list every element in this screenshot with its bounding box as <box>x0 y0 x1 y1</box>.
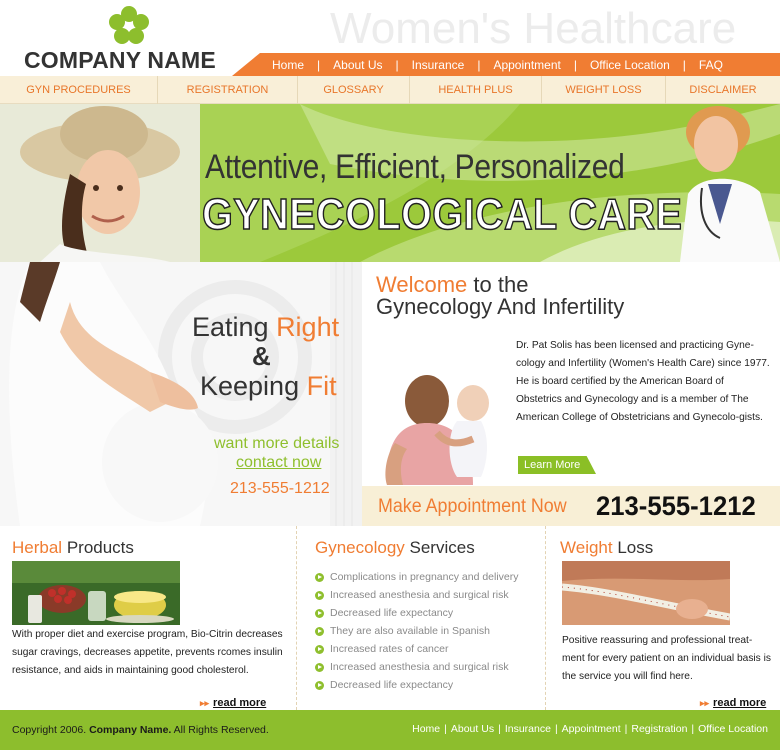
promo-want-more: want more details <box>214 435 340 452</box>
list-item[interactable]: Increased rates of cancer <box>315 640 519 658</box>
top-nav-appointment[interactable]: Appointment | <box>493 58 590 72</box>
top-nav: Home | About Us | Insurance | Appointment | … <box>232 53 780 76</box>
footer-nav-registration[interactable]: Registration <box>631 723 687 735</box>
herbal-products-text: With proper diet and exercise program, B… <box>12 629 283 676</box>
arrow-bullet-icon <box>315 644 324 654</box>
page: COMPANY NAME Women's Healthcare Home | Ab… <box>0 0 780 750</box>
measuring-tape-photo <box>562 561 730 625</box>
appointment-phone: 213-555-1212 <box>596 491 756 521</box>
arrow-bullet-icon <box>315 590 324 600</box>
welcome-text: Dr. Pat Solis has been licensed and prac… <box>516 340 770 423</box>
footer-nav: Home | About Us | Insurance | Appointment | … <box>412 723 768 735</box>
learn-more-button[interactable]: Learn More <box>518 456 596 474</box>
list-item[interactable]: Decreased life expectancy <box>315 604 519 622</box>
promo-phone: 213-555-1212 <box>230 480 330 497</box>
contact-now-link[interactable]: contact now <box>236 454 321 472</box>
site-title: Women's Healthcare <box>330 4 737 53</box>
services-list: Complications in pregnancy and delivery … <box>315 568 519 694</box>
herbal-products-title: Herbal Products <box>12 538 134 557</box>
doctor-photo <box>680 106 780 262</box>
sub-nav-registration[interactable]: REGISTRATION <box>158 76 298 104</box>
arrow-bullet-icon <box>315 608 324 618</box>
list-item[interactable]: Increased anesthesia and surgical risk <box>315 586 519 604</box>
footer-nav-home[interactable]: Home <box>412 723 440 735</box>
banner-headline: Attentive, Efficient, Personalized <box>205 148 625 186</box>
promo-eating-right: Eating Right <box>192 312 340 342</box>
footer-nav-insurance[interactable]: Insurance <box>505 723 551 735</box>
weight-loss-section: Weight Loss Positive reassuring and prof… <box>546 526 780 710</box>
list-item[interactable]: Increased anesthesia and surgical risk <box>315 658 519 676</box>
footer-nav-appointment[interactable]: Appointment <box>562 723 621 735</box>
make-appointment-label[interactable]: Make Appointment Now <box>378 496 567 518</box>
gynecology-services-section: Gynecology Services Complications in pre… <box>296 526 546 710</box>
weight-loss-text: Positive reassuring and professional tre… <box>562 635 771 682</box>
top-nav-about-us[interactable]: About Us | <box>333 58 411 72</box>
double-arrow-icon: ▸▸ <box>700 698 710 708</box>
arrow-bullet-icon <box>315 626 324 636</box>
double-arrow-icon: ▸▸ <box>200 698 210 708</box>
top-nav-office-location[interactable]: Office Location | <box>590 58 699 72</box>
promo-keeping-fit: Keeping Fit <box>200 371 337 401</box>
mother-and-baby-photo <box>377 373 501 485</box>
weight-loss-title: Weight Loss <box>560 538 654 557</box>
banner-subheadline: GYNECOLOGICAL CARE <box>201 189 683 240</box>
list-item[interactable]: Decreased life expectancy <box>315 676 519 694</box>
arrow-bullet-icon <box>315 662 324 672</box>
list-item[interactable]: They are also available in Spanish <box>315 622 519 640</box>
list-item[interactable]: Complications in pregnancy and delivery <box>315 568 519 586</box>
herbal-products-photo <box>12 561 180 625</box>
top-nav-faq[interactable]: FAQ <box>699 58 723 72</box>
woman-with-hat-photo <box>0 104 200 262</box>
sub-nav: GYN PROCEDURES REGISTRATION GLOSSARY HEA… <box>0 76 780 104</box>
sub-nav-weight-loss[interactable]: WEIGHT LOSS <box>542 76 666 104</box>
company-name[interactable]: COMPANY NAME <box>24 47 216 74</box>
weight-loss-read-more-link[interactable]: ▸▸ read more <box>700 697 766 709</box>
appointment-bar: Make Appointment Now 213-555-1212 <box>362 486 780 526</box>
sub-nav-glossary[interactable]: GLOSSARY <box>298 76 410 104</box>
footer-nav-about-us[interactable]: About Us <box>451 723 494 735</box>
sub-nav-disclaimer[interactable]: DISCLAIMER <box>666 76 780 104</box>
herbal-read-more-link[interactable]: ▸▸ read more <box>200 697 266 709</box>
flower-logo-icon <box>109 6 149 44</box>
sub-nav-gyn-procedures[interactable]: GYN PROCEDURES <box>0 76 158 104</box>
footer-nav-office-location[interactable]: Office Location <box>698 723 768 735</box>
footer: Copyright 2006. Company Name. All Rights… <box>0 710 780 750</box>
gynecology-services-title: Gynecology Services <box>315 538 475 557</box>
welcome-subtitle: Gynecology And Infertility <box>376 294 625 319</box>
promo-ampersand: & <box>252 341 271 371</box>
herbal-products-section: Herbal Products With proper diet and exe… <box>0 526 296 710</box>
arrow-bullet-icon <box>315 572 324 582</box>
copyright-text: Copyright 2006. Company Name. All Rights… <box>12 724 269 736</box>
top-nav-home[interactable]: Home | <box>272 58 333 72</box>
top-nav-insurance[interactable]: Insurance | <box>412 58 494 72</box>
sub-nav-health-plus[interactable]: HEALTH PLUS <box>410 76 542 104</box>
arrow-bullet-icon <box>315 680 324 690</box>
header: COMPANY NAME Women's Healthcare Home | Ab… <box>0 0 780 76</box>
